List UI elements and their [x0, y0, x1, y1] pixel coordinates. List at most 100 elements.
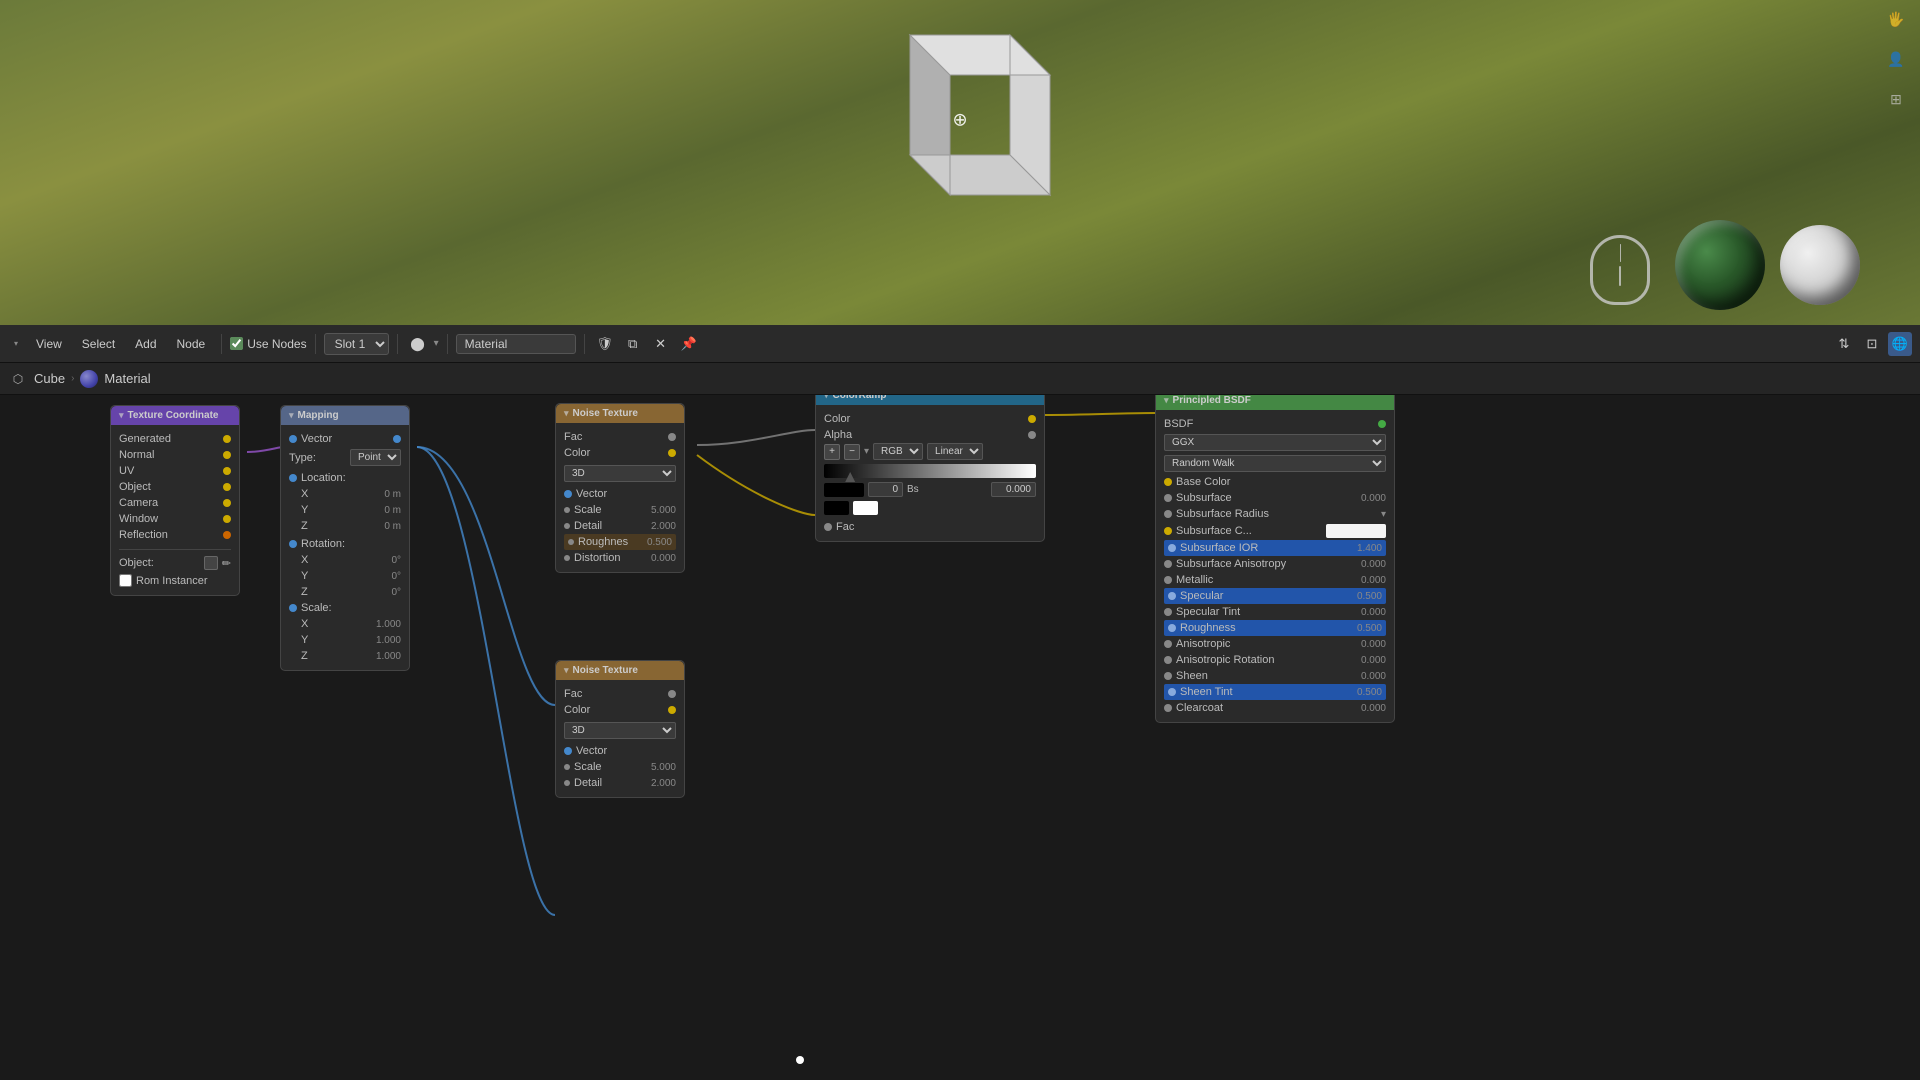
sheen-socket[interactable] [1164, 672, 1172, 680]
roughness-socket[interactable] [1168, 624, 1176, 632]
material-ball-earth[interactable] [1675, 220, 1765, 310]
normal-socket[interactable] [223, 451, 231, 459]
shield-icon[interactable]: 🛡 [593, 332, 617, 356]
generated-socket[interactable] [223, 435, 231, 443]
shader-dropdown[interactable]: ▾ [434, 338, 439, 349]
node-noise-texture-1[interactable]: ▾ Noise Texture Fac Color 3D [555, 403, 685, 573]
subsurface-socket[interactable] [1164, 494, 1172, 502]
camera-socket[interactable] [223, 499, 231, 507]
window-socket[interactable] [223, 515, 231, 523]
swatch-black[interactable] [824, 501, 849, 515]
roughness-value[interactable]: 0.500 [1357, 623, 1382, 634]
alpha-out-socket[interactable] [1028, 431, 1036, 439]
metallic-value[interactable]: 0.000 [1361, 575, 1386, 586]
material-ball-white[interactable] [1780, 225, 1860, 305]
bsdf-socket[interactable] [1378, 420, 1386, 428]
loc-y-value[interactable]: 0 m [384, 505, 401, 516]
node-mapping[interactable]: ▾ Mapping Vector Type: Point [280, 405, 410, 671]
aniso-rot-socket[interactable] [1164, 656, 1172, 664]
breadcrumb-material[interactable]: Material [104, 371, 150, 386]
mesh-icon[interactable]: ⬡ [8, 369, 28, 389]
specular-socket[interactable] [1168, 592, 1176, 600]
object-socket[interactable] [223, 483, 231, 491]
vector-in-socket2[interactable] [564, 747, 572, 755]
colorramp-rgb-select[interactable]: RGB [873, 443, 923, 460]
fac-socket[interactable] [668, 433, 676, 441]
subsurface-ior-socket[interactable] [1168, 544, 1176, 552]
slot-select[interactable]: Slot 1 [324, 333, 389, 355]
loc-socket[interactable] [289, 474, 297, 482]
anisotropic-value[interactable]: 0.000 [1361, 639, 1386, 650]
base-color-socket[interactable] [1164, 478, 1172, 486]
swatch-white[interactable] [853, 501, 878, 515]
scale-value2[interactable]: 5.000 [651, 762, 676, 773]
shader-icon[interactable]: ⬤ [406, 332, 430, 356]
colorramp-color-black[interactable] [824, 483, 864, 497]
distribution-select[interactable]: GGX [1164, 434, 1386, 451]
rot-z-value[interactable]: 0° [391, 587, 401, 598]
sheen-tint-socket[interactable] [1168, 688, 1176, 696]
node-texture-coordinate[interactable]: ▾ Texture Coordinate Generated Normal UV… [110, 405, 240, 596]
roughness-value[interactable]: 0.500 [647, 537, 672, 548]
node-editor[interactable]: ▾ View Select Add Node Use Nodes Slot 1 … [0, 325, 1920, 1080]
viewport-icon-hand[interactable]: 🖐 [1882, 5, 1910, 33]
fac-in-socket[interactable] [824, 523, 832, 531]
scale-value[interactable]: 5.000 [651, 505, 676, 516]
aniso-rot-value[interactable]: 0.000 [1361, 655, 1386, 666]
loc-x-value[interactable]: 0 m [384, 489, 401, 500]
subsurface-value[interactable]: 0.000 [1361, 493, 1386, 504]
viewport-icon-grid[interactable]: ⊞ [1882, 85, 1910, 113]
subsurface-radius-socket[interactable] [1164, 510, 1172, 518]
loc-z-value[interactable]: 0 m [384, 521, 401, 532]
specular-tint-value[interactable]: 0.000 [1361, 607, 1386, 618]
rot-x-value[interactable]: 0° [391, 555, 401, 566]
scale-z-value[interactable]: 1.000 [376, 651, 401, 662]
colorramp-alpha-input[interactable] [991, 482, 1036, 497]
dimension-select2[interactable]: 3D [564, 722, 676, 739]
vector-out-socket[interactable] [393, 435, 401, 443]
subsurface-aniso-socket[interactable] [1164, 560, 1172, 568]
colorramp-interp-select[interactable]: Linear [927, 443, 983, 460]
node-colorramp[interactable]: ▾ ColorRamp Color Alpha + − ▾ [815, 395, 1045, 542]
node-principled-bsdf[interactable]: ▾ Principled BSDF BSDF GGX R [1155, 395, 1395, 723]
node-noise-texture-2[interactable]: ▾ Noise Texture Fac Color 3D [555, 660, 685, 798]
subsurface-ior-value[interactable]: 1.400 [1357, 543, 1382, 554]
colorramp-remove-btn[interactable]: − [844, 444, 860, 460]
anisotropic-socket[interactable] [1164, 640, 1172, 648]
node-menu-btn[interactable]: Node [169, 334, 214, 354]
detail-value[interactable]: 2.000 [651, 521, 676, 532]
use-nodes-checkbox[interactable] [230, 337, 243, 350]
node-canvas[interactable]: ▾ Texture Coordinate Generated Normal UV… [0, 395, 1920, 1080]
close-icon[interactable]: ✕ [649, 332, 673, 356]
subsurface-aniso-value[interactable]: 0.000 [1361, 559, 1386, 570]
dimension-select[interactable]: 3D [564, 465, 676, 482]
object-picker-btn[interactable]: ✏ [222, 557, 231, 570]
detail-value2[interactable]: 2.000 [651, 778, 676, 789]
viewport-icon-render[interactable]: 👤 [1882, 45, 1910, 73]
distortion-value[interactable]: 0.000 [651, 553, 676, 564]
specular-tint-socket[interactable] [1164, 608, 1172, 616]
object-picker[interactable] [204, 556, 218, 570]
color-socket2[interactable] [668, 706, 676, 714]
copy-icon[interactable]: ⧉ [621, 332, 645, 356]
uv-socket[interactable] [223, 467, 231, 475]
sheen-tint-value[interactable]: 0.500 [1357, 687, 1382, 698]
clearcoat-socket[interactable] [1164, 704, 1172, 712]
vector-in-socket[interactable] [289, 435, 297, 443]
fac-socket2[interactable] [668, 690, 676, 698]
colorramp-gradient-bar[interactable] [824, 464, 1036, 478]
view-menu-btn[interactable]: View [28, 334, 70, 354]
specular-value[interactable]: 0.500 [1357, 591, 1382, 602]
colorramp-dropdown-arrow[interactable]: ▾ [864, 446, 869, 457]
viewport-3d[interactable]: ⊕ 🖐 👤 ⊞ [0, 0, 1920, 325]
clearcoat-value[interactable]: 0.000 [1361, 703, 1386, 714]
subsurface-radius-dropdown[interactable]: ▾ [1381, 509, 1386, 520]
select-menu-btn[interactable]: Select [74, 334, 123, 354]
color-socket[interactable] [668, 449, 676, 457]
align-icon[interactable]: ⇅ [1832, 332, 1856, 356]
pin-icon[interactable]: 📌 [677, 332, 701, 356]
metallic-socket[interactable] [1164, 576, 1172, 584]
subsurface-color-socket[interactable] [1164, 527, 1172, 535]
rot-y-value[interactable]: 0° [391, 571, 401, 582]
type-select[interactable]: Point [350, 449, 401, 466]
